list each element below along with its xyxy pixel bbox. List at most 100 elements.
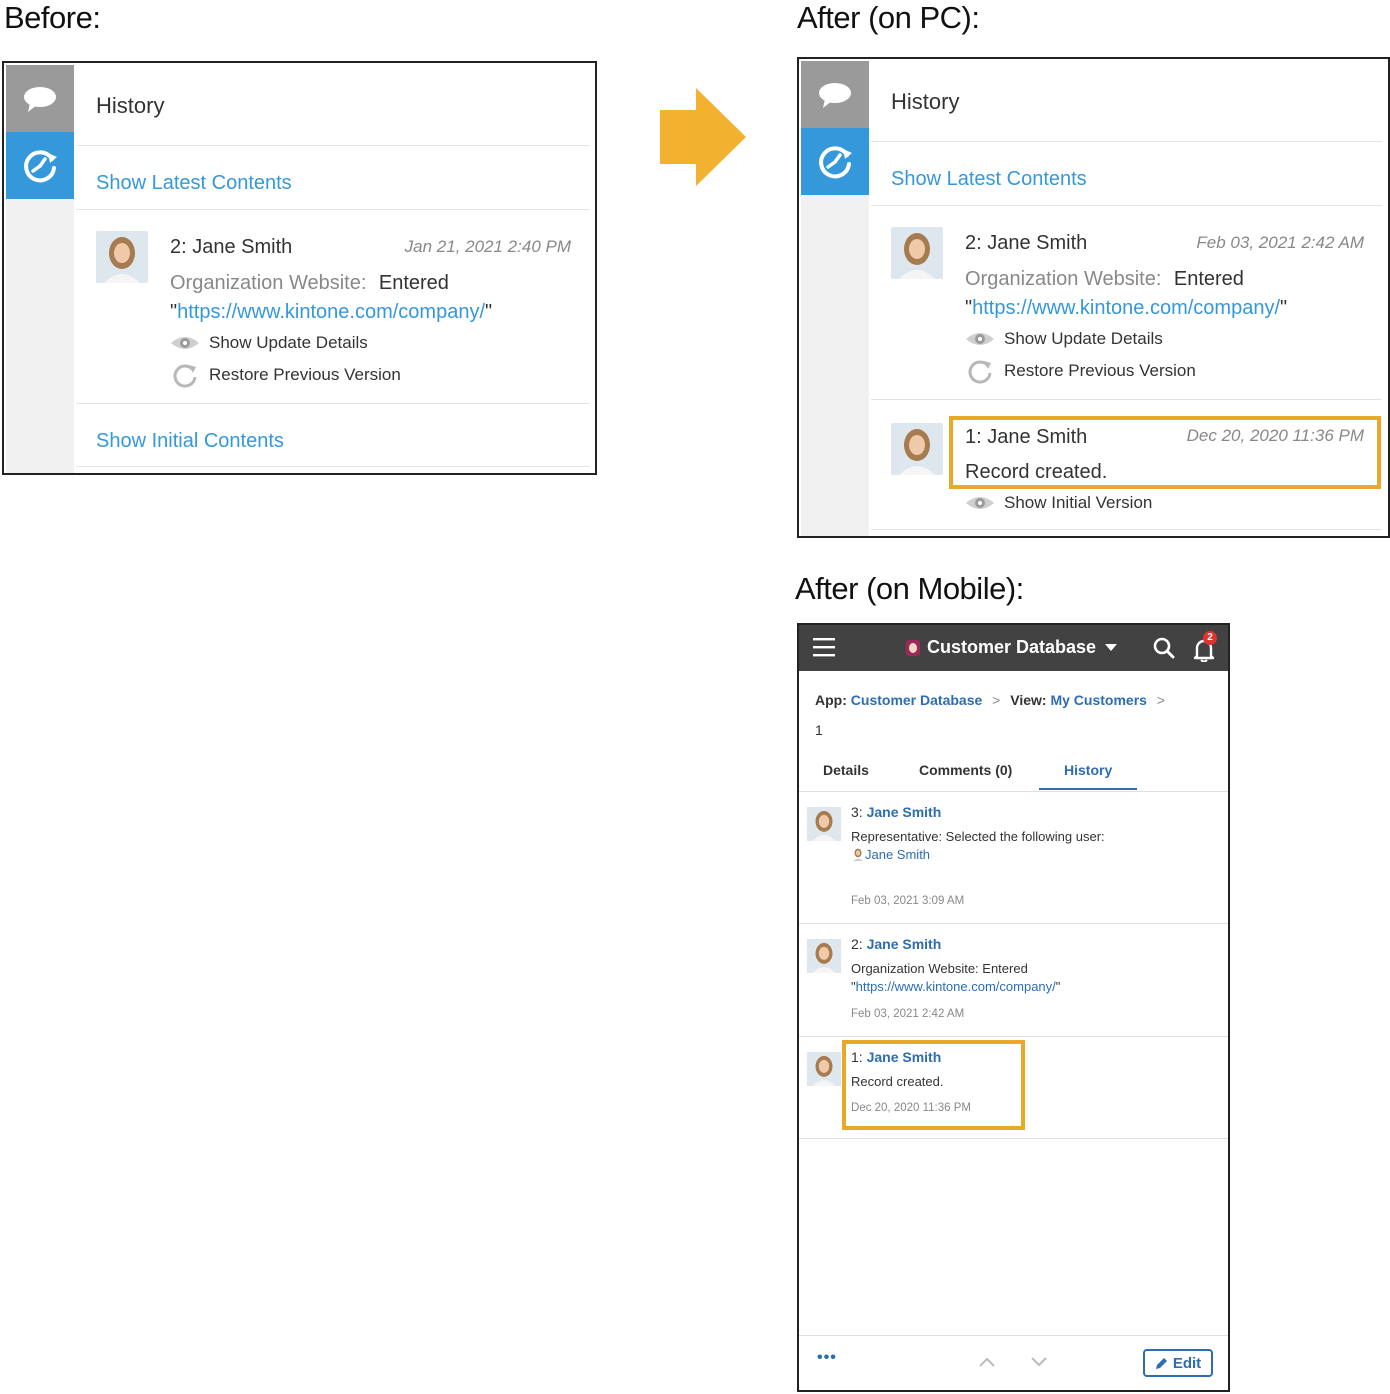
eye-icon: [965, 327, 995, 351]
divider: [76, 145, 589, 146]
divider: [871, 399, 1382, 400]
field-value: Entered: [1173, 268, 1244, 290]
tab-comments[interactable]: Comments (0): [919, 762, 1012, 778]
comments-tab-button[interactable]: [6, 65, 74, 132]
divider: [76, 403, 589, 404]
before-label: Before:: [4, 0, 101, 35]
app-title: Customer Database: [927, 637, 1097, 657]
entry-text: Record created.: [851, 1074, 944, 1089]
view-label: View:: [1010, 692, 1047, 708]
entry-number: 2:: [170, 236, 193, 258]
edit-button[interactable]: Edit: [1143, 1349, 1213, 1377]
user-link[interactable]: Jane Smith: [192, 236, 292, 258]
mobile-top-bar: Customer Database 2: [799, 625, 1228, 671]
clock-history-icon: [819, 145, 852, 178]
tab-details[interactable]: Details: [823, 762, 869, 778]
entry-number: 1:: [965, 426, 988, 448]
entry-number: 2:: [851, 936, 867, 952]
active-tab-indicator: [1039, 788, 1137, 790]
panel-title: History: [891, 89, 960, 114]
user-link[interactable]: Jane Smith: [867, 1049, 942, 1065]
show-latest-contents-link[interactable]: Show Latest Contents: [891, 168, 1087, 191]
avatar: [96, 231, 148, 283]
field-value: Entered: [378, 272, 449, 294]
avatar: [807, 807, 841, 841]
edit-button-label: Edit: [1172, 1354, 1202, 1372]
chevron-up-icon[interactable]: [979, 1357, 995, 1367]
show-update-details-link[interactable]: Show Update Details: [209, 333, 368, 353]
mobile-screen: Customer Database 2 App: Customer Databa…: [797, 623, 1230, 1392]
eye-icon: [170, 331, 200, 355]
sidebar: [6, 65, 74, 473]
show-initial-contents-link[interactable]: Show Initial Contents: [96, 430, 284, 453]
entry-date: Feb 03, 2021 2:42 AM: [1196, 233, 1364, 252]
speech-bubble-icon: [819, 82, 851, 108]
entry-number: 2:: [965, 232, 988, 254]
show-update-details-link[interactable]: Show Update Details: [1004, 329, 1163, 349]
comments-tab-button[interactable]: [801, 61, 869, 128]
divider: [799, 923, 1228, 924]
before-history-panel: History Show Latest Contents 2: Jane Smi…: [2, 61, 597, 475]
history-tab-button[interactable]: [801, 128, 869, 195]
clock-history-icon: [24, 149, 57, 182]
user-link[interactable]: Jane Smith: [867, 804, 942, 820]
divider: [871, 529, 1382, 530]
speech-bubble-icon: [24, 86, 56, 112]
show-latest-contents-link[interactable]: Show Latest Contents: [96, 172, 292, 195]
entry-text: Representative: Selected the following u…: [851, 829, 1105, 844]
search-icon[interactable]: [1153, 637, 1175, 659]
user-link[interactable]: Jane Smith: [987, 232, 1087, 254]
restore-previous-version-link[interactable]: Restore Previous Version: [1004, 361, 1196, 381]
url-link[interactable]: https://www.kintone.com/company/: [177, 301, 485, 323]
selected-user[interactable]: Jane Smith: [851, 847, 930, 862]
url-link[interactable]: https://www.kintone.com/company/: [972, 297, 1280, 319]
breadcrumb-separator: >: [1156, 692, 1165, 708]
after-pc-label: After (on PC):: [797, 0, 980, 35]
divider: [76, 466, 589, 467]
entry-date: Feb 03, 2021 3:09 AM: [851, 895, 965, 907]
refresh-icon: [170, 363, 200, 388]
entry-number: 3:: [851, 804, 867, 820]
divider: [799, 1138, 1228, 1139]
chevron-down-icon[interactable]: [1031, 1357, 1047, 1367]
more-dots-icon[interactable]: •••: [817, 1349, 837, 1367]
record-created-text: Record created.: [965, 461, 1108, 483]
selected-user-link[interactable]: Jane Smith: [865, 847, 930, 862]
panel-title: History: [96, 93, 165, 118]
url-link[interactable]: https://www.kintone.com/company/: [856, 979, 1056, 994]
divider: [799, 791, 1228, 792]
pencil-icon: [1155, 1357, 1167, 1369]
divider: [76, 209, 589, 210]
caret-down-icon: [1105, 644, 1118, 652]
hamburger-menu-icon[interactable]: [813, 637, 835, 657]
app-link[interactable]: Customer Database: [851, 692, 983, 708]
avatar: [891, 227, 943, 279]
entry-date: Feb 03, 2021 2:42 AM: [851, 1008, 965, 1020]
avatar: [807, 1052, 841, 1086]
field-label: Organization Website:: [170, 272, 367, 294]
mobile-body: App: Customer Database > View: My Custom…: [799, 671, 1228, 1390]
notification-badge: 2: [1203, 631, 1217, 645]
quote-mark: ": [1055, 979, 1061, 994]
eye-icon: [965, 491, 995, 515]
tab-history[interactable]: History: [1064, 762, 1112, 778]
app-icon: [906, 640, 920, 656]
app-title-dropdown[interactable]: Customer Database: [927, 637, 1118, 658]
entry-date: Dec 20, 2020 11:36 PM: [851, 1102, 971, 1114]
avatar: [807, 939, 841, 973]
user-link[interactable]: Jane Smith: [987, 426, 1087, 448]
app-label: App:: [815, 692, 847, 708]
restore-previous-version-link[interactable]: Restore Previous Version: [209, 365, 401, 385]
quote-mark: ": [1280, 297, 1288, 319]
view-link[interactable]: My Customers: [1050, 692, 1146, 708]
user-link[interactable]: Jane Smith: [867, 936, 942, 952]
field-label: Organization Website:: [965, 268, 1162, 290]
history-tab-button[interactable]: [6, 132, 74, 199]
entry-text: Organization Website: Entered: [851, 961, 1028, 976]
entry-date: Dec 20, 2020 11:36 PM: [1186, 426, 1364, 445]
avatar: [891, 423, 943, 475]
record-id: 1: [815, 722, 823, 738]
divider: [871, 205, 1382, 206]
show-initial-version-link[interactable]: Show Initial Version: [1004, 493, 1152, 513]
sidebar: [801, 61, 869, 536]
